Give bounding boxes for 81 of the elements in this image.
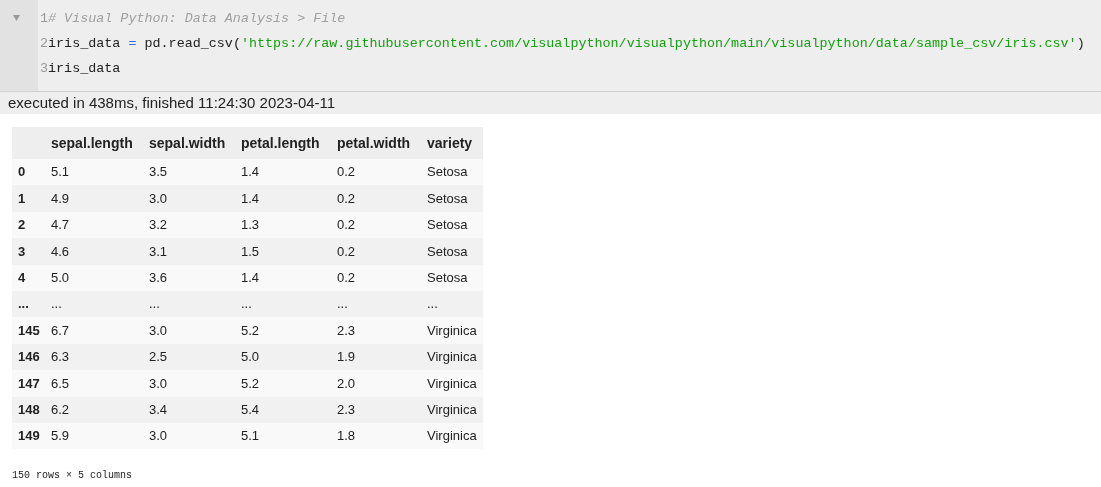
table-cell: 0.2 (331, 159, 421, 186)
table-cell: 6.7 (45, 317, 143, 344)
table-cell: 2.5 (143, 343, 235, 371)
table-cell: 1.4 (235, 264, 331, 291)
table-cell: 5.4 (235, 396, 331, 423)
table-cell: ... (421, 290, 483, 318)
table-cell: 5.9 (45, 422, 143, 450)
table-cell: 3.6 (143, 264, 235, 291)
table-cell: 6.5 (45, 370, 143, 397)
table-cell: 0.2 (331, 185, 421, 212)
table-cell: 5.1 (45, 159, 143, 186)
table-cell: 5.0 (235, 343, 331, 371)
table-cell: 5.2 (235, 317, 331, 344)
row-index: ... (12, 290, 45, 318)
execution-info: executed in 438ms, finished 11:24:30 2023-04-11 (8, 92, 336, 113)
line-number: 1 (40, 10, 49, 28)
column-header: variety (421, 127, 483, 159)
table-cell: 1.4 (235, 159, 331, 186)
table-cell: 1.3 (235, 211, 331, 239)
table-cell: Virginica (421, 396, 483, 423)
table-cell: 3.0 (143, 185, 235, 212)
table-cell: 3.4 (143, 396, 235, 423)
table-cell: 3.5 (143, 159, 235, 186)
table-cell: 3.0 (143, 370, 235, 397)
table-cell: 4.7 (45, 211, 143, 239)
table-cell: 4.6 (45, 238, 143, 265)
table-cell: 6.2 (45, 396, 143, 423)
row-index: 148 (12, 396, 45, 423)
row-index: 2 (12, 211, 45, 239)
table-cell: ... (331, 290, 421, 318)
table-cell: 4.9 (45, 185, 143, 212)
table-cell: 1.9 (331, 343, 421, 371)
table-cell: 3.0 (143, 422, 235, 450)
table-cell: 3.1 (143, 238, 235, 265)
table-cell: 5.1 (235, 422, 331, 450)
row-index: 145 (12, 317, 45, 344)
line-number: 3 (40, 60, 49, 78)
table-cell: 0.2 (331, 238, 421, 265)
row-index: 0 (12, 159, 45, 186)
column-header: petal.length (235, 127, 331, 159)
table-cell: ... (45, 290, 143, 318)
row-index: 3 (12, 238, 45, 265)
table-cell: 1.4 (235, 185, 331, 212)
table-cell: 5.0 (45, 264, 143, 291)
table-cell: 1.8 (331, 422, 421, 450)
table-cell: Setosa (421, 238, 483, 265)
collapse-icon[interactable] (13, 15, 20, 21)
table-cell: Setosa (421, 264, 483, 291)
code-cell[interactable]: 1# Visual Python: Data Analysis > File 2iris_data = pd.read_csv('https://raw.githubusercontent.com/visualpython/visualpython/main/visualpython/data/sample_csv/iris.csv') 3iris_data (0, 0, 1101, 92)
row-index: 147 (12, 370, 45, 397)
column-header: sepal.width (143, 127, 235, 159)
code-line: iris_data (48, 60, 121, 78)
table-cell: 0.2 (331, 264, 421, 291)
shape-note: 150 rows × 5 columns (12, 470, 133, 482)
column-header: petal.width (331, 127, 421, 159)
row-index: 146 (12, 343, 45, 371)
table-cell: Virginica (421, 317, 483, 344)
column-header: sepal.length (45, 127, 143, 159)
line-number: 2 (40, 35, 49, 53)
table-cell: ... (235, 290, 331, 318)
table-cell: Virginica (421, 343, 483, 371)
table-cell: Setosa (421, 159, 483, 186)
row-index: 4 (12, 264, 45, 291)
table-cell: Virginica (421, 370, 483, 397)
table-cell: 2.3 (331, 317, 421, 344)
row-index: 1 (12, 185, 45, 212)
table-cell: 3.0 (143, 317, 235, 344)
table-cell: 3.2 (143, 211, 235, 239)
table-cell: 6.3 (45, 343, 143, 371)
code-line: iris_data = pd.read_csv('https://raw.githubusercontent.com/visualpython/visualpython/main/visualpython/data/sample_csv/iris.csv') (48, 35, 1085, 53)
table-cell: Setosa (421, 211, 483, 239)
row-index: 149 (12, 422, 45, 450)
table-cell: 2.3 (331, 396, 421, 423)
table-cell: 5.2 (235, 370, 331, 397)
table-cell: Virginica (421, 422, 483, 450)
table-cell: ... (143, 290, 235, 318)
code-line: # Visual Python: Data Analysis > File (48, 10, 346, 28)
table-cell: 0.2 (331, 211, 421, 239)
table-cell: Setosa (421, 185, 483, 212)
table-cell: 1.5 (235, 238, 331, 265)
table-cell: 2.0 (331, 370, 421, 397)
